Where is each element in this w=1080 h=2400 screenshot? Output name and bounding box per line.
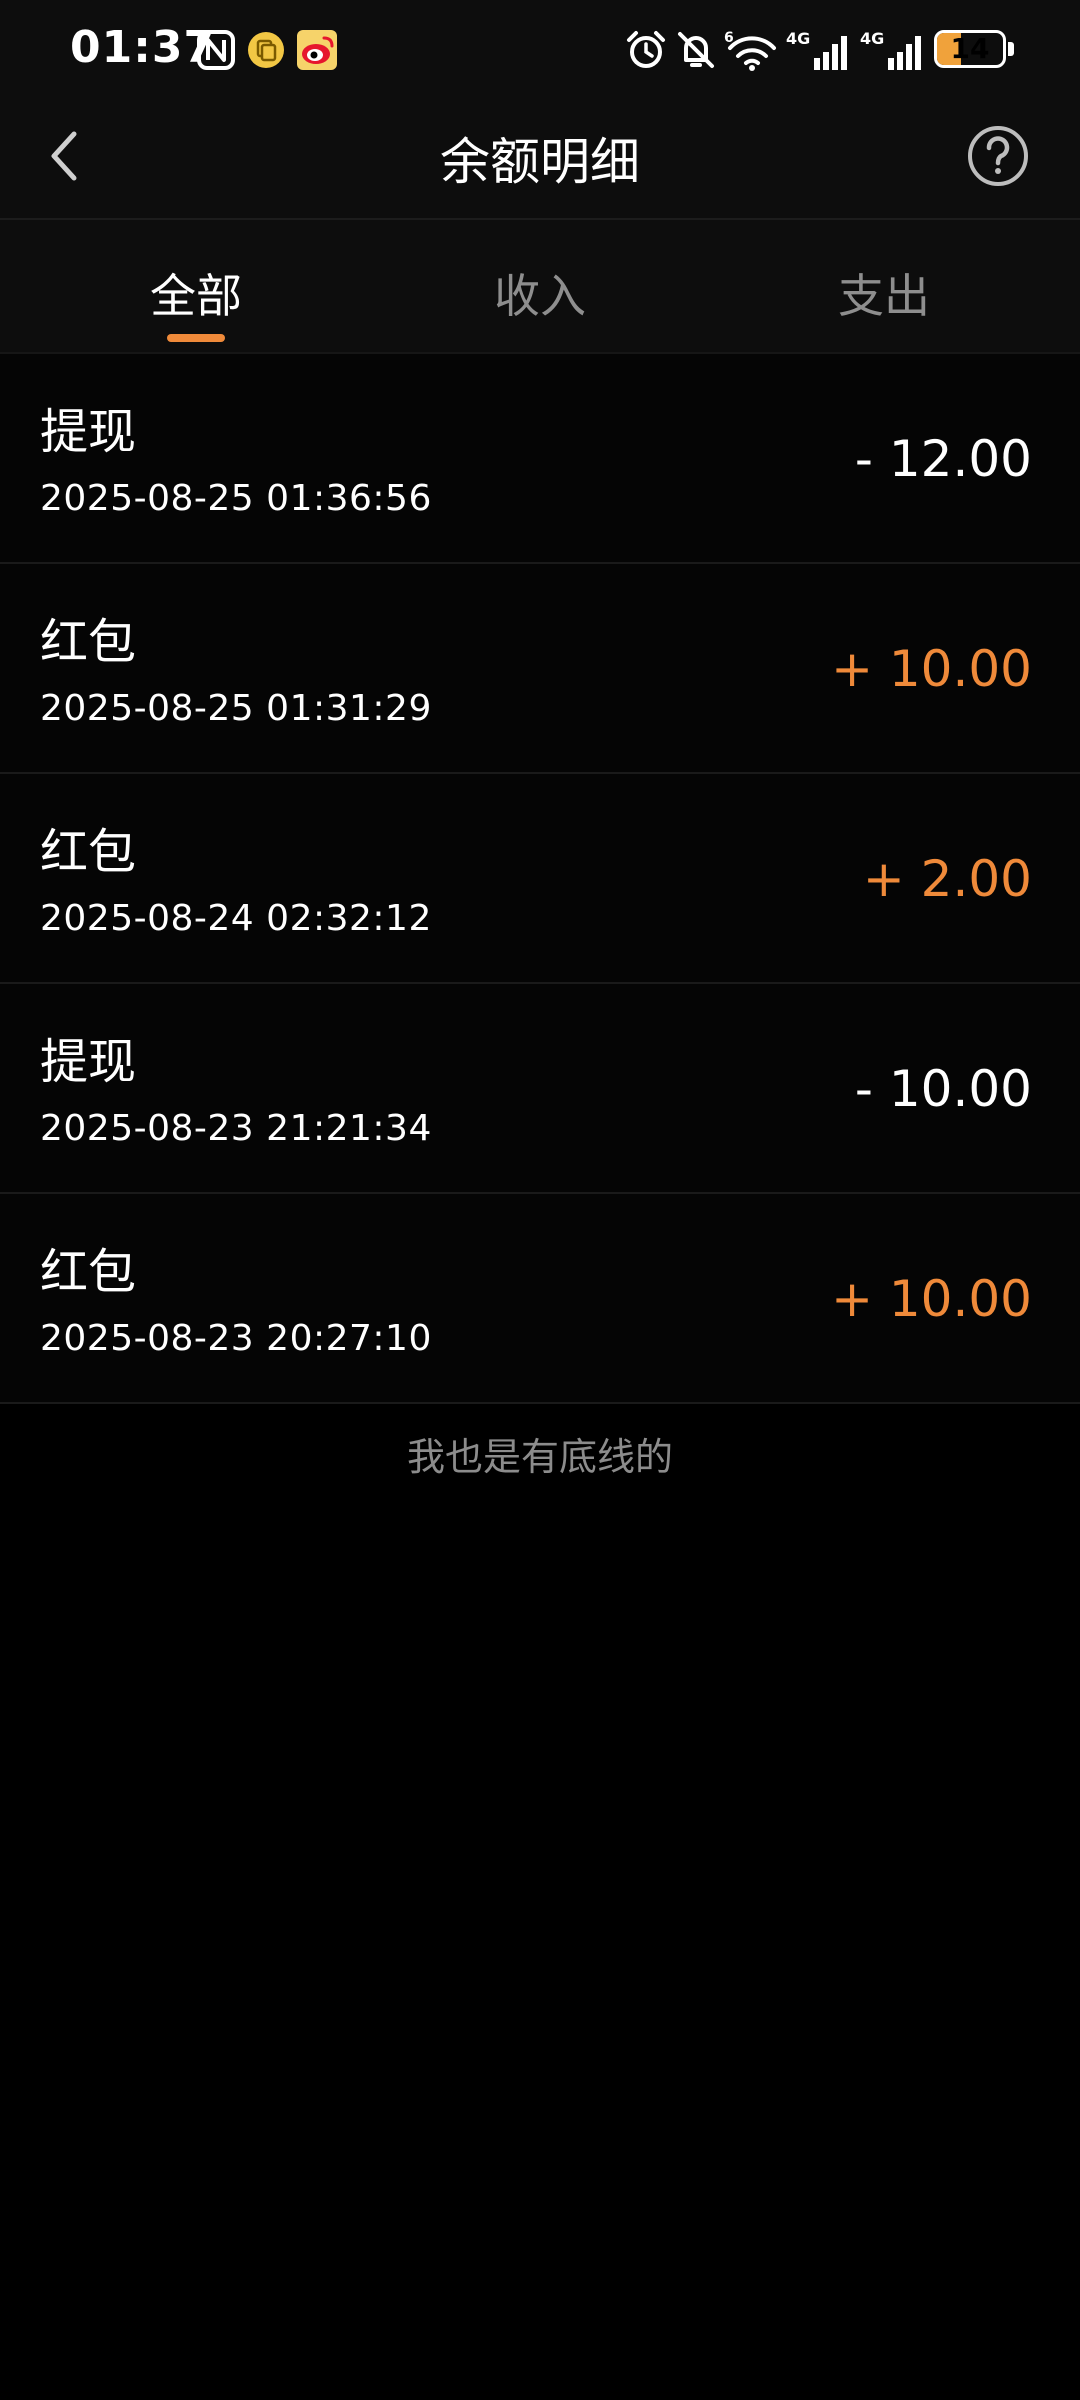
transaction-time: 2025-08-24 02:32:12 <box>40 898 432 939</box>
tab-label: 全部 <box>150 269 242 323</box>
end-of-list-note: 我也是有底线的 <box>406 1435 673 1479</box>
battery-level: 14 <box>950 32 990 65</box>
transaction-amount: + 2.00 <box>862 850 1032 908</box>
transaction-row[interactable]: 提现 2025-08-23 21:21:34 - 10.00 <box>0 984 1080 1194</box>
status-bar: 01:37 6 4G 4G 14 <box>0 0 1080 96</box>
svg-text:4G: 4G <box>860 29 884 48</box>
help-icon[interactable] <box>966 124 1030 188</box>
nfc-icon <box>197 30 235 70</box>
alarm-icon <box>627 31 665 68</box>
active-tab-indicator <box>167 334 225 342</box>
tab-label: 支出 <box>838 269 930 323</box>
transaction-title: 提现 <box>40 1034 137 1090</box>
transaction-title: 红包 <box>40 824 137 880</box>
status-time: 01:37 <box>70 22 216 73</box>
tab-bar: 全部 收入 支出 <box>0 220 1080 354</box>
tab-all[interactable]: 全部 <box>16 220 376 352</box>
header-bar: 余额明细 <box>0 96 1080 220</box>
app-notification-icon <box>248 32 284 68</box>
transaction-row[interactable]: 提现 2025-08-25 01:36:56 - 12.00 <box>0 354 1080 564</box>
wifi-6-icon: 6 <box>724 30 776 71</box>
transaction-row[interactable]: 红包 2025-08-25 01:31:29 + 10.00 <box>0 564 1080 774</box>
svg-text:4G: 4G <box>786 29 810 48</box>
mute-icon <box>678 32 714 68</box>
transaction-row[interactable]: 红包 2025-08-24 02:32:12 + 2.00 <box>0 774 1080 984</box>
battery-cap <box>1008 42 1014 56</box>
transaction-time: 2025-08-25 01:31:29 <box>40 688 432 729</box>
transaction-title: 提现 <box>40 404 137 460</box>
weibo-icon <box>297 30 337 70</box>
tab-income[interactable]: 收入 <box>360 220 720 352</box>
transaction-title: 红包 <box>40 614 137 670</box>
transaction-row[interactable]: 红包 2025-08-23 20:27:10 + 10.00 <box>0 1194 1080 1404</box>
transaction-time: 2025-08-25 01:36:56 <box>40 478 432 519</box>
transaction-amount: - 10.00 <box>854 1060 1032 1118</box>
transaction-title: 红包 <box>40 1244 137 1300</box>
signal-4g-icon: 4G <box>786 29 847 70</box>
signal-4g-icon: 4G <box>860 29 921 70</box>
battery-icon: 14 <box>934 30 1006 68</box>
transaction-time: 2025-08-23 21:21:34 <box>40 1108 432 1149</box>
tab-expense[interactable]: 支出 <box>704 220 1064 352</box>
transaction-amount: - 12.00 <box>854 430 1032 488</box>
transaction-list: 提现 2025-08-25 01:36:56 - 12.00 红包 2025-0… <box>0 354 1080 1404</box>
transaction-time: 2025-08-23 20:27:10 <box>40 1318 432 1359</box>
transaction-amount: + 10.00 <box>831 1270 1032 1328</box>
tab-label: 收入 <box>494 269 586 323</box>
transaction-amount: + 10.00 <box>831 640 1032 698</box>
page-title: 余额明细 <box>440 133 640 191</box>
